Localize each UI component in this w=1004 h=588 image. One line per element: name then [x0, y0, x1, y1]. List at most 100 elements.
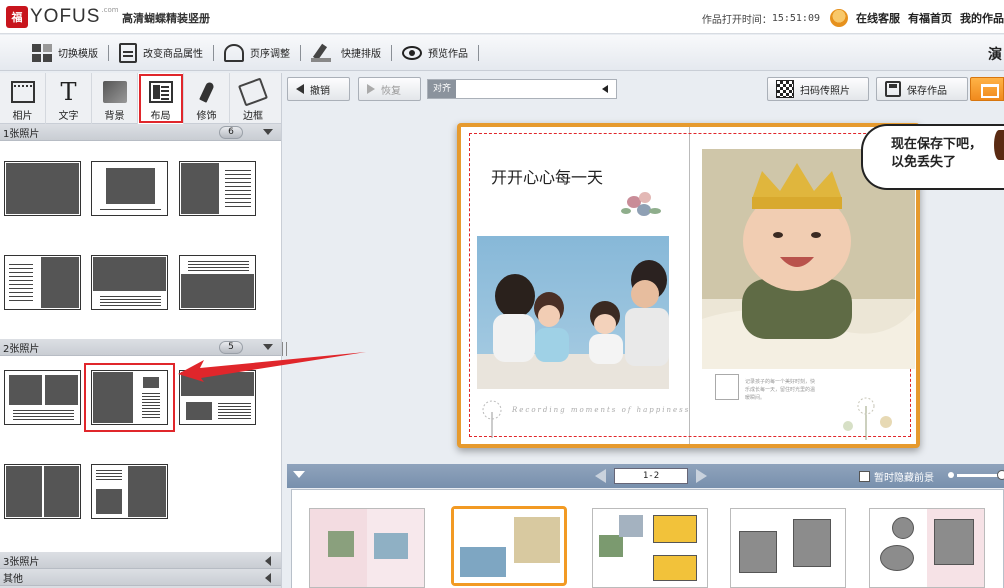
template-item[interactable] [91, 255, 168, 310]
scan-upload-button[interactable]: 扫码传照片 [767, 77, 869, 101]
small-caption-text[interactable]: 记录孩子的每一个美好时刻，快乐成长每一天，留住时光里的温暖瞬间。 [745, 378, 815, 402]
spread-thumbnail[interactable] [730, 508, 846, 588]
tab-layout[interactable]: 布局 [138, 73, 184, 124]
page-indicator[interactable]: 1-2 [614, 468, 688, 484]
hide-foreground-checkbox[interactable] [859, 471, 870, 482]
spread-thumbnail-active[interactable] [451, 506, 567, 586]
collapse-arrow-icon[interactable] [265, 573, 271, 583]
dandelion-decoration-left[interactable] [478, 398, 506, 438]
spread-thumbnail[interactable] [309, 508, 425, 588]
pages-icon [224, 43, 244, 62]
quick-layout-button[interactable]: 快捷排版 [301, 44, 391, 62]
small-stamp-graphic[interactable] [715, 374, 739, 400]
section-other[interactable]: 其他 [0, 569, 281, 586]
layout-grid-icon [32, 43, 52, 62]
undo-label: 撤销 [310, 85, 330, 97]
tab-photo[interactable]: 相片 [0, 73, 46, 124]
top-right-info: 作品打开时间： 15:51:09 在线客服 有福首页 我的作品 [702, 9, 1004, 27]
zoom-slider[interactable] [948, 470, 1004, 480]
change-product-button[interactable]: 改变商品属性 [109, 42, 213, 63]
spread-thumbnail[interactable] [869, 508, 985, 588]
main-toolbar: 切换模版 改变商品属性 页序调整 快捷排版 预览作品 演 [0, 35, 1004, 71]
preview-button[interactable]: 预览作品 [392, 45, 478, 60]
section-label: 3张照片 [3, 556, 40, 568]
frame-icon [237, 77, 269, 107]
top-bar: 福 YOFUS .com 高清蝴蝶精装竖册 作品打开时间： 15:51:09 在… [0, 0, 1004, 34]
left-panel: 相片 T 文字 背景 布局 修饰 边框 1张照片 6 2张照片 5 3张照片 其… [0, 73, 282, 588]
text-t-icon: T [60, 78, 77, 106]
template-item[interactable] [91, 161, 168, 216]
collapse-strip-icon[interactable] [293, 471, 305, 478]
dandelion-decoration[interactable] [826, 396, 914, 440]
save-reminder-bubble: 现在保存下吧， 以免丢失了 [861, 124, 1004, 190]
tab-border[interactable]: 边框 [230, 73, 276, 124]
template-item[interactable] [179, 255, 256, 310]
floppy-disk-icon [885, 81, 901, 97]
tab-layout-label: 布局 [150, 111, 171, 122]
magic-wand-icon [311, 44, 335, 62]
my-works-link[interactable]: 我的作品 [960, 10, 1004, 26]
document-icon [119, 42, 137, 63]
spread-thumbnail[interactable] [592, 508, 708, 588]
tab-decoration[interactable]: 修饰 [184, 73, 230, 124]
quick-layout-label: 快捷排版 [341, 49, 381, 60]
template-item[interactable] [91, 464, 168, 519]
redo-label: 恢复 [381, 85, 401, 97]
redo-button[interactable]: 恢复 [358, 77, 421, 101]
template-item-selected[interactable] [84, 363, 175, 432]
home-link[interactable]: 有福首页 [908, 10, 952, 26]
logo-sup: .com [101, 6, 119, 14]
slider-knob[interactable] [997, 470, 1004, 480]
hide-foreground-toggle[interactable]: 暂时隐藏前景 [859, 469, 934, 484]
redo-arrow-icon [367, 84, 375, 94]
thumbnail-strip-bar: 1-2 暂时隐藏前景 [287, 464, 1004, 488]
dropdown-caret-icon [602, 85, 608, 93]
eye-icon [402, 45, 422, 60]
qr-code-icon [776, 80, 794, 98]
template-grid-one-photo [0, 141, 281, 339]
flower-decoration[interactable] [619, 188, 665, 224]
undo-arrow-icon [296, 84, 304, 94]
page-heading-text[interactable]: 开开心心每一天 [491, 164, 603, 188]
collapse-arrow-icon[interactable] [265, 556, 271, 566]
slider-min-dot [948, 472, 954, 478]
prev-page-icon[interactable] [595, 469, 606, 483]
film-icon [10, 81, 35, 103]
logo-text: YOFUS [30, 6, 101, 27]
template-item[interactable] [4, 255, 81, 310]
next-page-icon[interactable] [696, 469, 707, 483]
online-service-link[interactable]: 在线客服 [856, 10, 900, 26]
customer-service-avatar-icon[interactable] [830, 9, 848, 27]
family-photo[interactable] [477, 236, 669, 389]
script-caption[interactable]: Recording moments of happiness [512, 406, 690, 414]
undo-button[interactable]: 撤销 [287, 77, 350, 101]
section-three-photos[interactable]: 3张照片 [0, 552, 281, 569]
align-dropdown[interactable]: 对齐 [427, 79, 617, 99]
logo-mark: 福 [6, 6, 28, 28]
background-icon [102, 81, 127, 103]
workspace-toolbar: 撤销 恢复 对齐 扫码传照片 保存作品 [287, 77, 1004, 103]
tab-background-label: 背景 [104, 111, 125, 122]
section-one-photo[interactable]: 1张照片 6 [0, 124, 281, 141]
speech-line-2: 以免丢失了 [891, 155, 957, 170]
yofus-logo[interactable]: 福 YOFUS .com [6, 6, 119, 28]
template-item[interactable] [4, 161, 81, 216]
open-time-value: 15:51:09 [771, 12, 820, 24]
tab-text[interactable]: T 文字 [46, 73, 92, 124]
toolbar-divider [478, 44, 479, 61]
switch-template-button[interactable]: 切换模版 [22, 43, 108, 62]
change-product-label: 改变商品属性 [143, 49, 203, 60]
page-order-button[interactable]: 页序调整 [214, 43, 300, 62]
template-item[interactable] [4, 370, 81, 425]
page-pager: 1-2 [595, 468, 707, 484]
expand-arrow-icon[interactable] [263, 344, 273, 350]
preview-label: 预览作品 [428, 49, 468, 60]
tab-background[interactable]: 背景 [92, 73, 138, 124]
template-item[interactable] [179, 161, 256, 216]
save-work-button[interactable]: 保存作品 [876, 77, 968, 101]
feather-icon [195, 81, 219, 103]
template-item[interactable] [4, 464, 81, 519]
cart-button[interactable] [970, 77, 1004, 101]
tab-border-label: 边框 [243, 111, 263, 122]
expand-arrow-icon[interactable] [263, 129, 273, 135]
